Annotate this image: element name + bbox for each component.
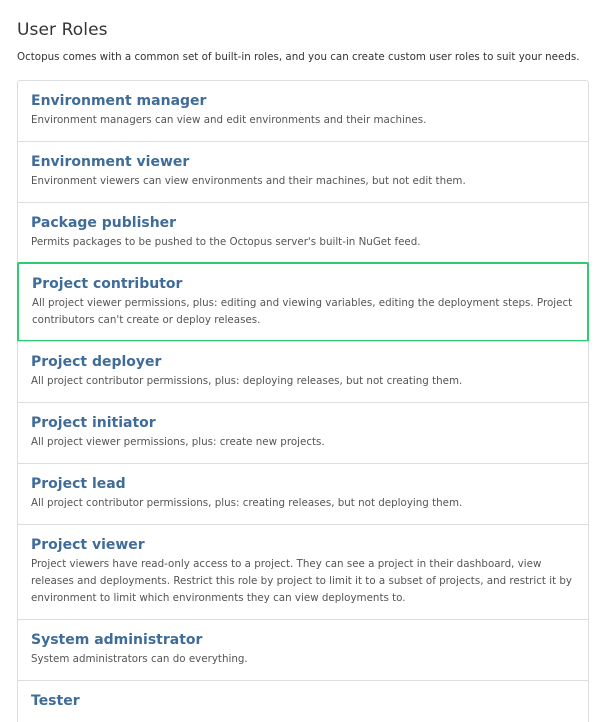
page-description: Octopus comes with a common set of built…: [17, 51, 580, 63]
role-item-project-viewer[interactable]: Project viewer Project viewers have read…: [18, 524, 588, 619]
role-item-package-publisher[interactable]: Package publisher Permits packages to be…: [18, 202, 588, 263]
role-item-environment-viewer[interactable]: Environment viewer Environment viewers c…: [18, 141, 588, 202]
role-description: Permits packages to be pushed to the Oct…: [31, 236, 421, 248]
role-name[interactable]: Project viewer: [31, 535, 575, 555]
role-description: Project viewers have read-only access to…: [31, 558, 573, 604]
role-description: Environment viewers can view environment…: [31, 175, 466, 187]
role-name[interactable]: Project deployer: [31, 352, 575, 372]
role-name[interactable]: System administrator: [31, 630, 575, 650]
page-title: User Roles: [17, 20, 108, 40]
role-item-system-administrator[interactable]: System administrator System administrato…: [18, 619, 588, 680]
role-description: All project contributor permissions, plu…: [31, 497, 463, 509]
role-item-project-lead[interactable]: Project lead All project contributor per…: [18, 463, 588, 524]
role-description: All project contributor permissions, plu…: [31, 375, 463, 387]
roles-list: Environment manager Environment managers…: [17, 80, 589, 722]
role-description: All project viewer permissions, plus: cr…: [31, 436, 325, 448]
role-description: System administrators can do everything.: [31, 653, 248, 665]
role-item-project-deployer[interactable]: Project deployer All project contributor…: [18, 341, 588, 402]
role-name[interactable]: Environment viewer: [31, 152, 575, 172]
role-item-project-contributor[interactable]: Project contributor All project viewer p…: [17, 262, 589, 342]
role-name[interactable]: Project initiator: [31, 413, 575, 433]
role-name[interactable]: Tester: [31, 691, 575, 711]
role-item-tester[interactable]: Tester: [18, 680, 588, 722]
role-item-environment-manager[interactable]: Environment manager Environment managers…: [18, 81, 588, 141]
role-item-project-initiator[interactable]: Project initiator All project viewer per…: [18, 402, 588, 463]
role-name[interactable]: Project contributor: [32, 274, 574, 294]
role-name[interactable]: Package publisher: [31, 213, 575, 233]
role-name[interactable]: Project lead: [31, 474, 575, 494]
role-name[interactable]: Environment manager: [31, 91, 575, 111]
role-description: Environment managers can view and edit e…: [31, 114, 427, 126]
role-description: All project viewer permissions, plus: ed…: [32, 297, 573, 326]
